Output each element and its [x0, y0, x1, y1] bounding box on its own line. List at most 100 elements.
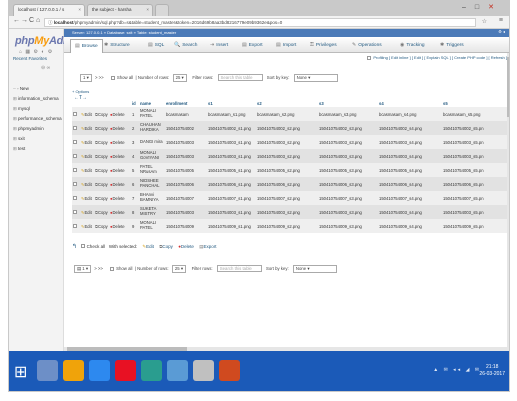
cell-s2[interactable]: 150410754003_s2.png	[256, 135, 318, 149]
tab-search[interactable]: 🔍 Search	[174, 42, 197, 48]
tab-export[interactable]: ▤ Export	[242, 42, 263, 48]
cell-s2[interactable]: 150410754007_s2.png	[256, 191, 318, 205]
table-row[interactable]: ✎Edit ⧉Copy ●Delete 8 SUKETA MISTRY 150410754…	[72, 205, 509, 219]
taskbar-app-icon[interactable]	[219, 360, 240, 381]
cell-s3[interactable]: bcasmasam_s3.png	[318, 107, 378, 121]
cell-s5[interactable]: 150410754003_s5.pn	[442, 205, 509, 219]
row-checkbox[interactable]	[73, 181, 77, 186]
cell-s5[interactable]: 150410754006_s5.pn	[442, 177, 509, 191]
expand-icon[interactable]: ⊞	[13, 96, 17, 101]
row-copy-button[interactable]: ⧉Copy	[94, 149, 109, 163]
table-row[interactable]: ✎Edit ⧉Copy ●Delete 1 MONALI PATEL bcasmasam b…	[72, 107, 509, 121]
home-icon[interactable]: ⌂	[36, 17, 40, 24]
cell-s3[interactable]: 150410754002_s3.png	[318, 121, 378, 135]
cell-id[interactable]: 9	[131, 219, 139, 233]
row-delete-button[interactable]: ●Delete	[109, 205, 131, 219]
tree-item-phpmyadmin[interactable]: ⊞ phpmyadmin	[13, 126, 62, 136]
cell-name[interactable]: MONALI PATEL	[139, 219, 165, 233]
cell-enrollment[interactable]: 150410754002	[165, 121, 207, 135]
vertical-scrollbar[interactable]	[507, 53, 509, 349]
bookmark-star-icon[interactable]: ☆	[482, 18, 487, 25]
cell-s1[interactable]: 150410754003_s1.png	[207, 205, 256, 219]
recent-favorites-tabs[interactable]: Recent Favorites	[13, 56, 47, 61]
row-delete-button[interactable]: ●Delete	[109, 163, 131, 177]
expand-icon[interactable]: ⊞	[13, 136, 17, 141]
show-all-checkbox[interactable]	[110, 75, 115, 80]
page-select[interactable]: 1 ▾	[80, 74, 92, 82]
cell-s4[interactable]: 150410754007_s4.png	[378, 191, 442, 205]
cell-s4[interactable]: 150410754005_s4.png	[378, 163, 442, 177]
cell-s5[interactable]: 150410754003_s5.pn	[442, 149, 509, 163]
cell-id[interactable]: 4	[131, 149, 139, 163]
row-edit-button[interactable]: ✎Edit	[80, 191, 94, 205]
cell-s1[interactable]: bcasmasam_s1.png	[207, 107, 256, 121]
taskbar-app-icon[interactable]	[115, 360, 136, 381]
expand-icon[interactable]: ⊞	[13, 126, 17, 131]
expand-icon[interactable]: ⊞	[13, 116, 17, 121]
cell-s2[interactable]: 150410754006_s2.png	[256, 177, 318, 191]
cell-s4[interactable]: bcasmasam_s4.png	[378, 107, 442, 121]
filter-rows-input[interactable]: Search this table	[217, 74, 263, 81]
cell-s1[interactable]: 150410754007_s1.png	[207, 191, 256, 205]
cell-s3[interactable]: 150410754009_s3.png	[318, 219, 378, 233]
cell-name[interactable]: BHAnvi BAMNIYA	[139, 191, 165, 205]
bulk-copy-button[interactable]: ⧉Copy	[159, 244, 173, 249]
row-edit-button[interactable]: ✎Edit	[80, 135, 94, 149]
row-edit-button[interactable]: ✎Edit	[80, 177, 94, 191]
scrollbar-thumb[interactable]	[507, 57, 509, 117]
row-delete-button[interactable]: ●Delete	[109, 219, 131, 233]
cell-enrollment[interactable]: 150410754003	[165, 135, 207, 149]
options-toggle[interactable]: + Options	[72, 89, 89, 94]
taskbar-app-icon[interactable]	[63, 360, 84, 381]
profiling-checkbox[interactable]	[367, 55, 372, 60]
table-row[interactable]: ✎Edit ⧉Copy ●Delete 4 MONALI GoVIYANI 1504107…	[72, 149, 509, 163]
cell-enrollment[interactable]: bcasmasam	[165, 107, 207, 121]
windows-start-icon[interactable]: ⊞	[14, 362, 27, 382]
cell-s2[interactable]: 150410754003_s2.png	[256, 149, 318, 163]
tab-triggers[interactable]: ✱ Triggers	[440, 42, 464, 48]
rows-select-bottom[interactable]: 25 ▾	[171, 265, 186, 273]
row-checkbox[interactable]	[73, 111, 77, 116]
table-row[interactable]: ✎Edit ⧉Copy ●Delete 6 NIDSHEE PANCHAL 1504107…	[72, 177, 509, 191]
row-edit-button[interactable]: ✎Edit	[80, 121, 94, 135]
cell-name[interactable]: MONALI GoVIYANI	[139, 149, 165, 163]
row-checkbox[interactable]	[73, 209, 77, 214]
cell-s5[interactable]: 150410754002_s5.pn	[442, 121, 509, 135]
column-header-name[interactable]: name	[139, 99, 165, 107]
cell-id[interactable]: 2	[131, 121, 139, 135]
cell-id[interactable]: 3	[131, 135, 139, 149]
cell-s3[interactable]: 150410754005_s3.png	[318, 163, 378, 177]
minimize-button[interactable]: –	[462, 4, 475, 11]
cell-s3[interactable]: 150410754003_s3.png	[318, 205, 378, 219]
row-delete-button[interactable]: ●Delete	[109, 149, 131, 163]
taskbar-app-icon[interactable]	[141, 360, 162, 381]
rows-select[interactable]: 25 ▾	[172, 74, 187, 82]
taskbar-app-icon[interactable]	[89, 360, 110, 381]
url-input[interactable]: ⓘ localhost/phpmyadmin/sql.php?db=s&tabl…	[44, 18, 476, 27]
taskbar-clock[interactable]: 21:18 26-03-2017	[479, 364, 505, 378]
column-header-id[interactable]: id	[131, 99, 139, 107]
cell-name[interactable]: NIDSHEE PANCHAL	[139, 177, 165, 191]
row-delete-button[interactable]: ●Delete	[109, 121, 131, 135]
close-tab-icon[interactable]: ×	[78, 7, 81, 12]
cell-name[interactable]: SUKETA MISTRY	[139, 205, 165, 219]
cell-s3[interactable]: 150410754007_s3.png	[318, 191, 378, 205]
tab-privileges[interactable]: ⚿ Privileges	[310, 42, 337, 48]
cell-s4[interactable]: 150410754003_s4.png	[378, 205, 442, 219]
cell-s1[interactable]: 150410754009_s1.png	[207, 219, 256, 233]
cell-s5[interactable]: 150410754003_s5.pn	[442, 135, 509, 149]
breadcrumb-path[interactable]: Server: 127.0.0.1 » Database: sxit » Tab…	[72, 30, 176, 35]
browser-tab-gmail[interactable]: the subject - harsha ×	[87, 4, 153, 16]
row-copy-button[interactable]: ⧉Copy	[94, 205, 109, 219]
row-edit-button[interactable]: ✎Edit	[80, 163, 94, 177]
cell-id[interactable]: 1	[131, 107, 139, 121]
column-header-enrollment[interactable]: enrollment	[165, 99, 207, 107]
close-window-button[interactable]: ✕	[488, 4, 503, 11]
cell-s1[interactable]: 150410754003_s1.png	[207, 135, 256, 149]
check-all-checkbox[interactable]	[81, 244, 86, 248]
system-tray-icons[interactable]: ▲ ✉ ◂◂ ◢ ✉	[433, 367, 481, 373]
tab-tracking[interactable]: ◉ Tracking	[400, 42, 425, 48]
row-checkbox[interactable]	[73, 139, 77, 144]
cell-enrollment[interactable]: 150410754005	[165, 163, 207, 177]
settings-icon[interactable]: ⚙ ◂	[498, 29, 505, 34]
